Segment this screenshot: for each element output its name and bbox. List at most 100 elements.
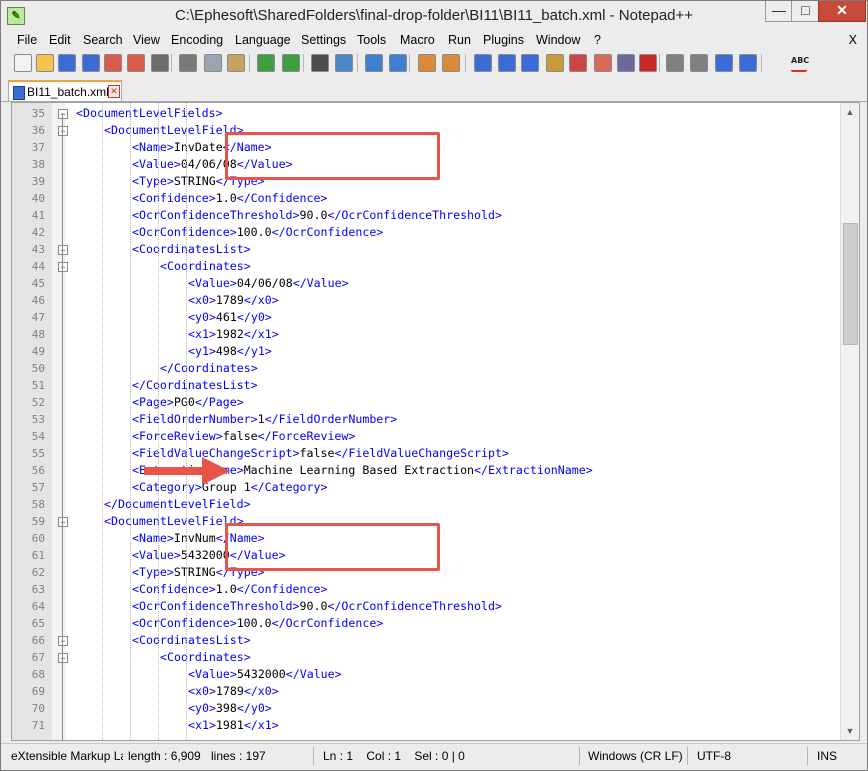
zoom-out-icon[interactable] (389, 54, 407, 72)
close-window-button[interactable]: ✕ (818, 1, 866, 22)
find-icon[interactable] (311, 54, 329, 72)
scroll-up-icon[interactable]: ▲ (841, 103, 859, 121)
code-line[interactable]: <Value>04/06/08</Value> (188, 276, 349, 290)
menu-view[interactable]: View (133, 33, 160, 47)
code-line[interactable]: <CoordinatesList> (132, 633, 251, 647)
play-macro-icon[interactable] (690, 54, 708, 72)
menu-macro[interactable]: Macro (400, 33, 435, 47)
status-divider (807, 747, 808, 765)
open-icon[interactable] (36, 54, 54, 72)
fold-toggle-icon[interactable]: − (58, 517, 68, 527)
code-line[interactable]: <DocumentLevelFields> (76, 106, 223, 120)
fold-toggle-icon[interactable]: − (58, 636, 68, 646)
indent-guide-icon[interactable] (521, 54, 539, 72)
undo-icon[interactable] (257, 54, 275, 72)
close-all-icon[interactable] (127, 54, 145, 72)
code-line[interactable]: <Coordinates> (160, 650, 251, 664)
function-list-icon[interactable] (569, 54, 587, 72)
code-line[interactable]: <y0>398</y0> (188, 701, 272, 715)
code-line[interactable]: <Coordinates> (160, 259, 251, 273)
fold-toggle-icon[interactable]: − (58, 262, 68, 272)
code-line[interactable]: <OcrConfidenceThreshold>90.0</OcrConfide… (132, 599, 502, 613)
new-icon[interactable] (14, 54, 32, 72)
code-line[interactable]: <OcrConfidence>100.0</OcrConfidence> (132, 225, 383, 239)
print-icon[interactable] (151, 54, 169, 72)
code-line[interactable]: <x1>1981</x1> (188, 718, 279, 732)
code-line[interactable]: <Confidence>1.0</Confidence> (132, 191, 327, 205)
menu-edit[interactable]: Edit (49, 33, 71, 47)
status-length: length : 6,909 (128, 749, 201, 763)
code-line[interactable]: </DocumentLevelField> (104, 497, 251, 511)
spell-check-icon[interactable]: ABC (791, 54, 809, 72)
monitoring-icon[interactable] (617, 54, 635, 72)
xml-tag: <DocumentLevelField> (104, 514, 244, 528)
code-line[interactable]: <DocumentLevelField> (104, 514, 244, 528)
code-line[interactable]: <OcrConfidence>100.0</OcrConfidence> (132, 616, 383, 630)
code-line[interactable]: <x0>1789</x0> (188, 293, 279, 307)
fold-margin[interactable]: − − − − − − − (52, 103, 68, 740)
menu-language[interactable]: Language (235, 33, 291, 47)
fold-toggle-icon[interactable]: − (58, 126, 68, 136)
save-macro-icon[interactable] (739, 54, 757, 72)
code-line[interactable]: <Value>5432000</Value> (188, 667, 342, 681)
code-line[interactable]: <OcrConfidenceThreshold>90.0</OcrConfide… (132, 208, 502, 222)
redo-icon[interactable] (282, 54, 300, 72)
menu-search[interactable]: Search (83, 33, 123, 47)
fold-toggle-icon[interactable]: − (58, 245, 68, 255)
code-line[interactable]: <x1>1982</x1> (188, 327, 279, 341)
scrollbar-thumb[interactable] (843, 223, 858, 345)
code-line[interactable]: <x0>1789</x0> (188, 684, 279, 698)
code-line[interactable]: </CoordinatesList> (132, 378, 258, 392)
close-icon[interactable] (104, 54, 122, 72)
menu-help[interactable]: ? (594, 33, 601, 47)
xml-tag: </y0> (236, 701, 272, 715)
code-line[interactable]: <y0>461</y0> (188, 310, 272, 324)
fold-toggle-icon[interactable]: − (58, 109, 68, 119)
vertical-scrollbar[interactable]: ▲ ▼ (840, 103, 859, 740)
paste-icon[interactable] (227, 54, 245, 72)
menu-plugins[interactable]: Plugins (483, 33, 524, 47)
save-icon[interactable] (58, 54, 76, 72)
copy-icon[interactable] (204, 54, 222, 72)
folder-workspace-icon[interactable] (594, 54, 612, 72)
sync-horizontal-icon[interactable] (442, 54, 460, 72)
toolbar-separator (357, 54, 358, 72)
word-wrap-icon[interactable] (474, 54, 492, 72)
menu-settings[interactable]: Settings (301, 33, 346, 47)
cut-icon[interactable] (179, 54, 197, 72)
line-number: 36 (31, 124, 45, 137)
code-line[interactable]: <DocumentLevelField> (104, 123, 244, 137)
code-line[interactable]: <ForceReview>false</ForceReview> (132, 429, 355, 443)
code-line[interactable]: <Page>PG0</Page> (132, 395, 244, 409)
minimize-button[interactable]: — (765, 1, 793, 22)
stop-macro-icon[interactable] (666, 54, 684, 72)
xml-tag: <FieldOrderNumber> (132, 412, 258, 426)
code-line[interactable]: <Confidence>1.0</Confidence> (132, 582, 327, 596)
fold-toggle-icon[interactable]: − (58, 653, 68, 663)
menu-file[interactable]: File (17, 33, 37, 47)
code-line[interactable]: <FieldOrderNumber>1</FieldOrderNumber> (132, 412, 397, 426)
code-line[interactable]: </Coordinates> (160, 361, 258, 375)
editor-pane[interactable]: 35 36 37 38 39 40 41 42 43 44 45 46 47 48 49 50 51 52 53 54… (11, 102, 860, 741)
sync-vertical-icon[interactable] (418, 54, 436, 72)
run-macro-multiple-icon[interactable] (715, 54, 733, 72)
maximize-button[interactable]: □ (791, 1, 820, 22)
menu-run[interactable]: Run (448, 33, 471, 47)
record-macro-icon[interactable] (639, 54, 657, 72)
close-document-button[interactable]: X (849, 33, 857, 47)
show-all-chars-icon[interactable] (498, 54, 516, 72)
replace-icon[interactable] (335, 54, 353, 72)
tab-bi11-batch-xml[interactable]: BI11_batch.xml ✕ (8, 80, 122, 101)
save-all-icon[interactable] (82, 54, 100, 72)
menu-window[interactable]: Window (536, 33, 580, 47)
title-bar[interactable]: ✎ C:\Ephesoft\SharedFolders\final-drop-f… (1, 1, 867, 31)
tab-close-icon[interactable]: ✕ (108, 85, 120, 98)
doc-map-icon[interactable] (546, 54, 564, 72)
menu-tools[interactable]: Tools (357, 33, 386, 47)
code-line[interactable]: <CoordinatesList> (132, 242, 251, 256)
menu-encoding[interactable]: Encoding (171, 33, 223, 47)
zoom-in-icon[interactable] (365, 54, 383, 72)
menu-bar: File Edit Search View Encoding Language Settin… (1, 32, 867, 50)
scroll-down-icon[interactable]: ▼ (841, 722, 859, 740)
code-line[interactable]: <y1>498</y1> (188, 344, 272, 358)
